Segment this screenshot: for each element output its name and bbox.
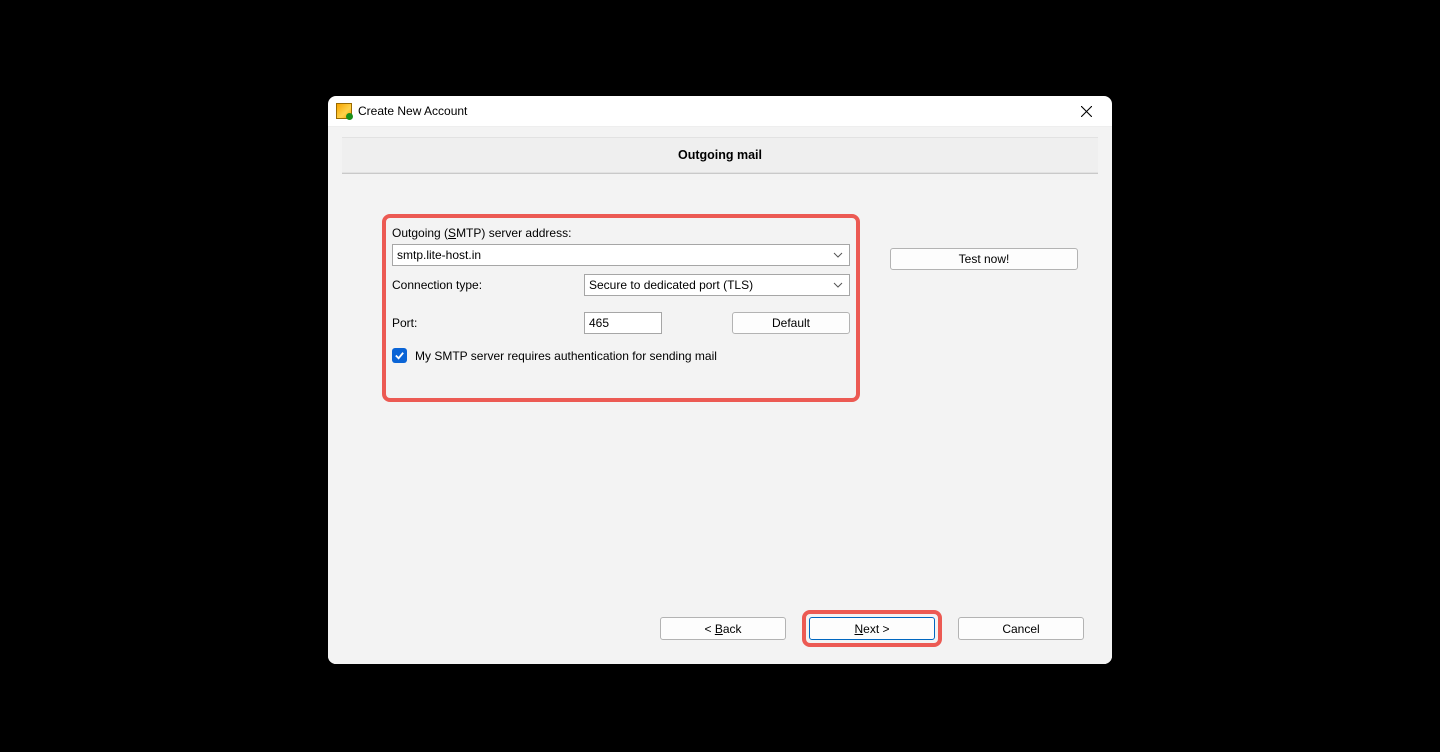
section-title: Outgoing mail — [342, 137, 1098, 173]
dialog-body: Outgoing mail Outgoing (SMTP) server add… — [328, 127, 1112, 664]
close-icon — [1081, 106, 1092, 117]
wizard-footer: < Back Next > Cancel — [342, 611, 1098, 656]
smtp-form: Outgoing (SMTP) server address: smtp.lit… — [392, 226, 850, 363]
smtp-address-row: smtp.lite-host.in — [392, 244, 850, 266]
next-button[interactable]: Next > — [809, 617, 935, 640]
chevron-down-icon — [833, 280, 843, 290]
default-port-button[interactable]: Default — [732, 312, 850, 334]
connection-type-combobox[interactable]: Secure to dedicated port (TLS) — [584, 274, 850, 296]
smtp-address-label: Outgoing (SMTP) server address: — [392, 226, 571, 240]
check-icon — [394, 350, 405, 361]
create-account-dialog: Create New Account Outgoing mail Outgoin… — [328, 96, 1112, 664]
divider — [342, 173, 1098, 174]
back-button[interactable]: < Back — [660, 617, 786, 640]
cancel-button[interactable]: Cancel — [958, 617, 1084, 640]
annotation-highlight-next: Next > — [802, 610, 942, 647]
smtp-address-value: smtp.lite-host.in — [397, 248, 481, 262]
content-area: Outgoing (SMTP) server address: smtp.lit… — [342, 214, 1098, 611]
next-button-ul: N — [854, 622, 863, 636]
port-input[interactable] — [584, 312, 662, 334]
titlebar: Create New Account — [328, 96, 1112, 127]
window-title: Create New Account — [358, 104, 1066, 118]
auth-checkbox-label: My SMTP server requires authentication f… — [415, 349, 717, 363]
back-button-suffix: ack — [723, 622, 742, 636]
back-button-ul: B — [715, 622, 723, 636]
next-button-suffix: ext > — [863, 622, 889, 636]
connection-type-label: Connection type: — [392, 278, 584, 292]
auth-checkbox[interactable] — [392, 348, 407, 363]
close-button[interactable] — [1066, 97, 1106, 125]
test-now-button[interactable]: Test now! — [890, 248, 1078, 270]
smtp-address-combobox[interactable]: smtp.lite-host.in — [392, 244, 850, 266]
port-label: Port: — [392, 316, 584, 330]
app-icon — [336, 103, 352, 119]
connection-type-value: Secure to dedicated port (TLS) — [589, 278, 753, 292]
connection-type-row: Connection type: Secure to dedicated por… — [392, 274, 850, 296]
back-button-prefix: < — [704, 622, 714, 636]
port-row: Port: Default — [392, 312, 850, 334]
chevron-down-icon — [833, 250, 843, 260]
auth-checkbox-row: My SMTP server requires authentication f… — [392, 348, 850, 363]
smtp-address-label-row: Outgoing (SMTP) server address: — [392, 226, 850, 240]
